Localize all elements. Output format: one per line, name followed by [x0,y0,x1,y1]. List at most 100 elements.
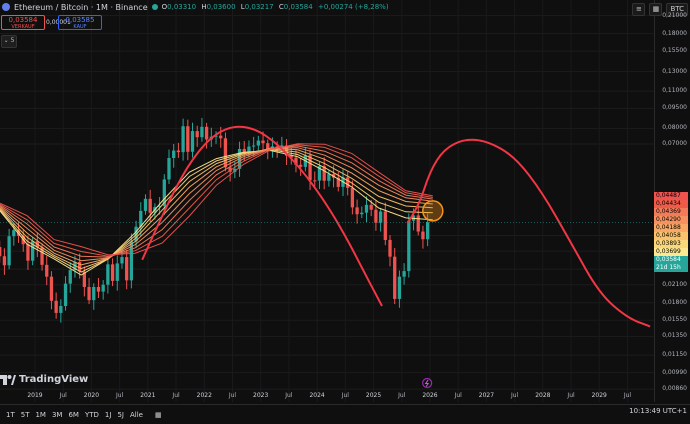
candle-body [374,209,378,223]
range-1t[interactable]: 1T [6,411,15,419]
candle-body [219,135,223,139]
buy-button[interactable]: 0,03585 KAUF [58,15,102,30]
price-tag: 0,03584 [654,255,688,264]
range-ytd[interactable]: YTD [85,411,99,419]
indicator-count: 5 [10,37,15,44]
ethereum-icon [2,3,10,11]
range-3m[interactable]: 3M [52,411,63,419]
price-tick-label: 0,02100 [662,280,687,288]
time-tick-label: Jul [172,392,180,399]
range-alle[interactable]: Alle [130,411,143,419]
event-bolt-icon [424,379,430,387]
range-1m[interactable]: 1M [35,411,46,419]
tradingview-logo[interactable]: TradingView [0,374,88,385]
candle-body [355,207,359,215]
price-tick-label: 0,00990 [662,368,687,376]
candle-body [143,198,148,211]
price-tick-label: 0,15500 [662,47,687,55]
time-tick-label: Jul [116,392,124,399]
candle-body [125,257,129,281]
candle-body [195,131,199,138]
price-tick-label: 0,07000 [662,140,687,147]
clock[interactable]: 10:13:49 UTC+1 [629,407,687,415]
range-5t[interactable]: 5T [21,411,30,419]
price-tick-label: 0,21000 [662,11,687,19]
candle-body [186,126,190,152]
candle-body [110,264,115,281]
ohlc-high: 0,03600 [206,3,236,11]
time-tick-label: Jul [285,392,293,399]
range-5j[interactable]: 5J [117,411,124,419]
candle-body [120,257,124,264]
candle-body [148,198,152,213]
sell-button[interactable]: 0,03584 VERKAUF [1,15,45,30]
candle-body [190,131,195,152]
chart-canvas [0,0,654,402]
candle-body [369,204,373,210]
candle-body [49,276,54,301]
candle-body [92,286,96,301]
price-tag: 0,04369 [654,207,688,216]
price-tag: 0,04487 [654,191,688,200]
candle-body [393,256,397,299]
price-tick-label: 0,08000 [662,124,687,132]
candle-body [425,222,430,240]
sell-label: VERKAUF [11,24,35,30]
candle-body [383,211,387,240]
chevron-down-icon: ⌄ [3,37,9,44]
projection-curve [406,138,651,328]
price-tag: 0,04290 [654,215,688,224]
price-tag: 0,04058 [654,231,688,240]
candle-body [256,140,260,146]
time-tick-label: 2026 [422,392,438,399]
candle-body [397,276,402,299]
time-tick-label: Jul [623,392,632,399]
candle-body [176,150,181,153]
candle-body [204,126,209,140]
market-status-icon [151,4,158,10]
symbol-title[interactable]: Ethereum / Bitcoin · 1M · Binance [14,3,148,12]
time-tick-label: Jul [510,392,519,399]
candle-body [172,150,176,159]
price-tick-label: 0,01550 [662,316,687,324]
chart-plot-area[interactable] [0,0,654,402]
price-tick-label: 0,01350 [662,332,687,340]
candle-body [167,158,171,180]
calendar-icon[interactable]: ▦ [155,411,162,419]
candle-body [346,177,350,188]
time-tick-label: Jul [567,392,575,399]
candle-body [388,239,392,257]
time-tick-label: 2027 [478,392,495,399]
candle-body [327,174,331,181]
candle-body [68,270,72,284]
menu-icon[interactable]: ≡ [632,3,646,16]
price-tick-label: 0,11000 [662,87,687,95]
price-tick-label: 0,01150 [662,351,687,359]
buy-label: KAUF [73,24,87,30]
price-tag: 0,04188 [654,223,688,232]
candle-body [7,236,11,266]
candle-body [402,271,406,277]
buy-price: 0,03585 [65,16,95,24]
range-1j[interactable]: 1J [105,411,112,419]
candle-body [378,211,383,223]
candle-body [350,187,355,208]
candle-body [407,220,411,272]
candle-body [96,286,101,292]
time-tick-label: 2019 [27,392,43,399]
candle-body [364,204,369,213]
candle-body [360,212,364,215]
time-tick-label: Jul [59,392,67,399]
indicator-toggle[interactable]: ⌄ 5 [1,35,17,48]
ohlc-change: +0,00274 (+8,28%) [317,3,389,11]
price-tick-label: 0,18000 [662,29,687,37]
price-tick-label: 0,01800 [662,298,687,306]
highlight-circle [422,200,444,222]
time-tick-label: Jul [228,392,237,399]
time-tick-label: 2020 [83,392,100,399]
candle-body [26,244,30,261]
time-tick-label: Jul [398,392,406,399]
tradingview-logo-icon [0,374,16,385]
range-6m[interactable]: 6M [68,411,79,419]
ohlc-readout: O0,03310 H0,03600 L0,03217 C0,03584 +0,0… [162,3,392,11]
